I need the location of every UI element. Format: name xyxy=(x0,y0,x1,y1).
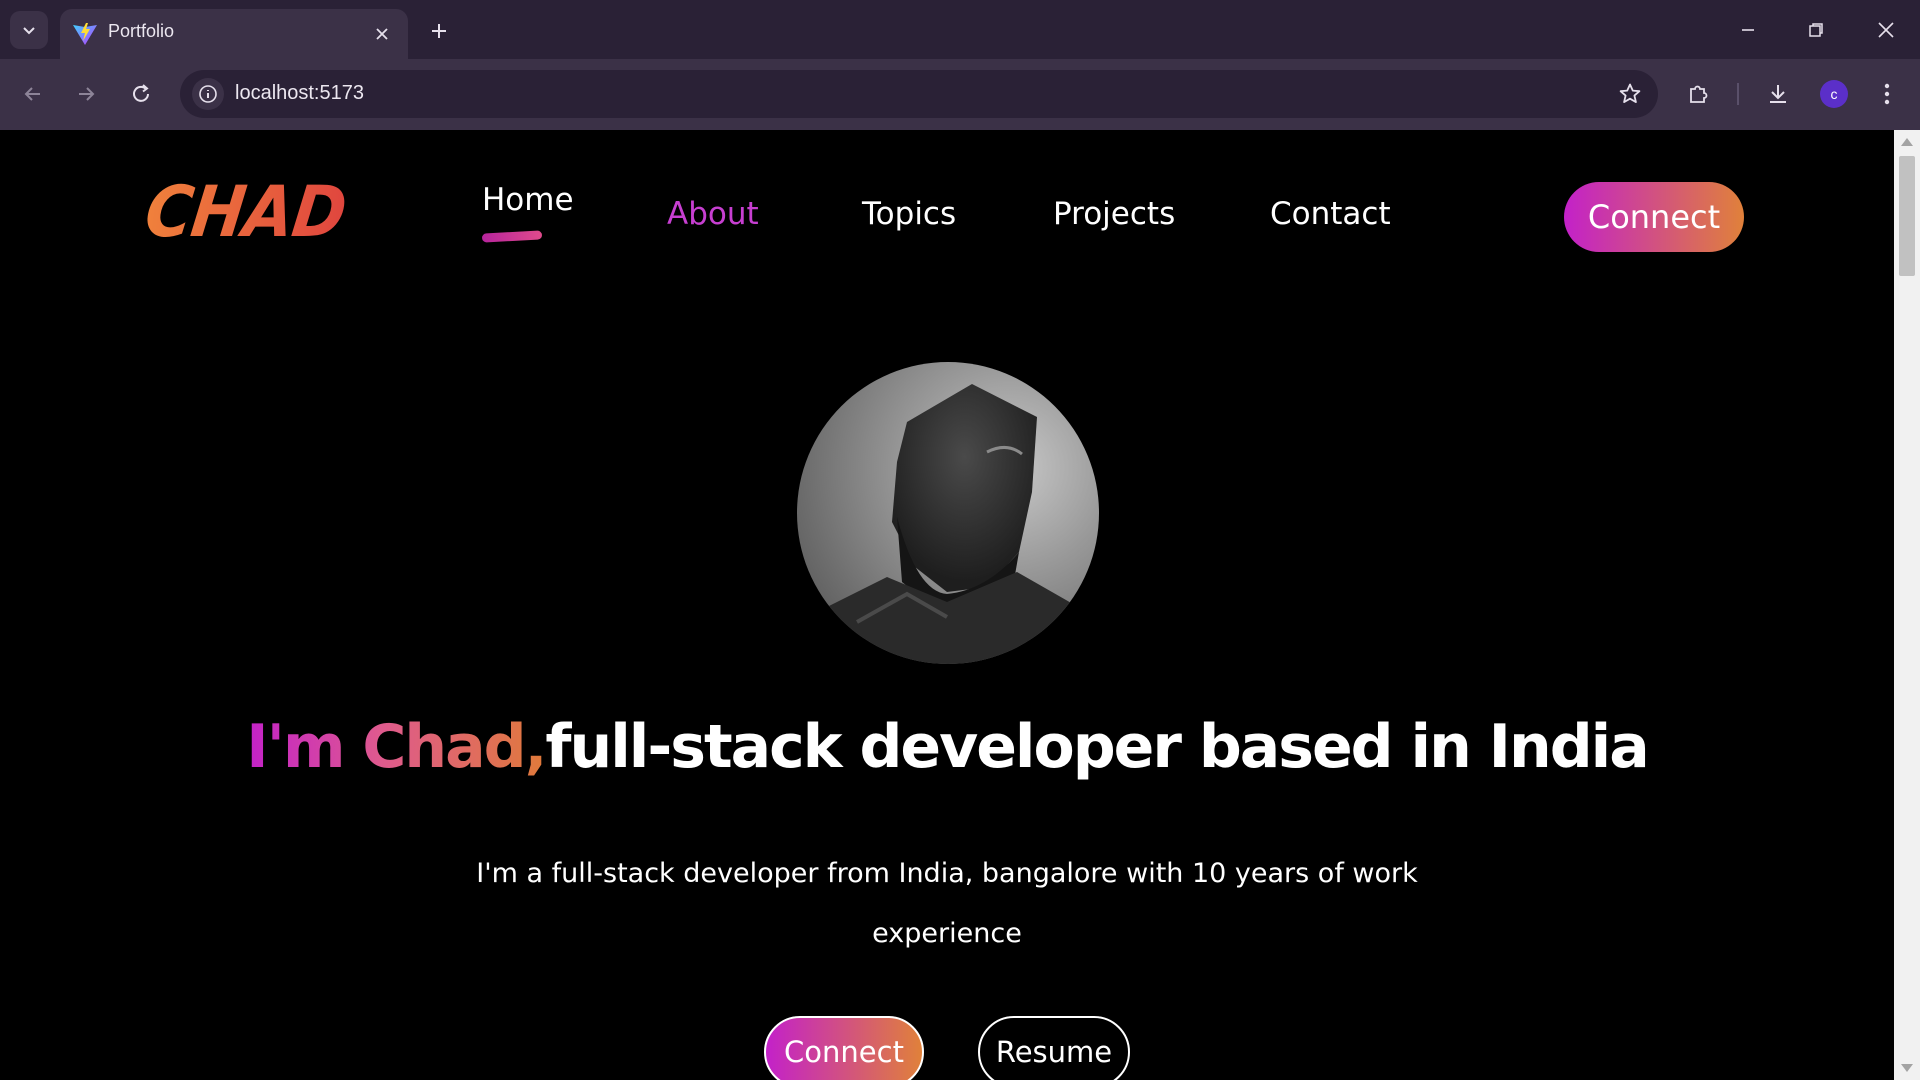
info-icon xyxy=(199,85,217,103)
portrait-illustration xyxy=(797,384,1099,664)
tab-close-button[interactable] xyxy=(370,22,394,46)
nav-contact[interactable]: Contact xyxy=(1270,196,1391,232)
close-icon xyxy=(1878,22,1894,38)
puzzle-icon xyxy=(1690,85,1708,103)
page-scrollbar[interactable] xyxy=(1894,130,1920,1080)
browser-tabstrip: Portfolio xyxy=(0,0,1920,59)
headline-rest: full-stack developer based in India xyxy=(545,712,1649,782)
nav-topics[interactable]: Topics xyxy=(862,196,956,232)
site-logo[interactable]: CHAD xyxy=(141,172,351,253)
download-icon xyxy=(1770,85,1786,103)
address-bar[interactable]: localhost:5173 xyxy=(180,70,1658,118)
scrollbar-thumb[interactable] xyxy=(1899,156,1915,276)
hero-intro: I'm a full-stack developer from India, b… xyxy=(476,858,1418,949)
tab-title: Portfolio xyxy=(108,21,175,41)
profile-photo xyxy=(797,362,1099,664)
forward-button[interactable] xyxy=(66,74,106,114)
bookmark-button[interactable] xyxy=(1614,78,1646,110)
close-icon xyxy=(376,28,388,40)
back-button[interactable] xyxy=(13,74,53,114)
tab-search-button[interactable] xyxy=(10,11,48,49)
browser-tab-portfolio[interactable]: Portfolio xyxy=(60,9,408,59)
nav-projects[interactable]: Projects xyxy=(1053,196,1175,232)
window-close-button[interactable] xyxy=(1866,12,1906,48)
hero-resume-button[interactable]: Resume xyxy=(978,1016,1130,1080)
minimize-button[interactable] xyxy=(1728,12,1768,48)
extensions-button[interactable] xyxy=(1679,74,1719,114)
nav-about[interactable]: About xyxy=(667,196,759,232)
scroll-down-arrow-icon[interactable] xyxy=(1901,1064,1913,1072)
nav-home[interactable]: Home xyxy=(482,182,574,218)
browser-menu-button[interactable] xyxy=(1867,74,1907,114)
new-tab-button[interactable] xyxy=(424,16,454,46)
hero-headline: I'm Chad,full-stack developer based in I… xyxy=(0,712,1894,782)
site-info-button[interactable] xyxy=(192,78,224,110)
chevron-down-icon xyxy=(23,27,35,35)
headline-accent: I'm Chad, xyxy=(246,712,547,782)
reload-icon xyxy=(133,84,149,102)
more-vertical-icon xyxy=(1884,83,1890,105)
arrow-right-icon xyxy=(79,87,95,101)
browser-toolbar: localhost:5173 c xyxy=(0,59,1920,130)
active-nav-underline xyxy=(481,230,543,243)
page-viewport: CHAD Home About Topics Projects Contact … xyxy=(0,130,1894,1080)
downloads-button[interactable] xyxy=(1758,74,1798,114)
scroll-up-arrow-icon[interactable] xyxy=(1901,138,1913,146)
profile-avatar[interactable]: c xyxy=(1820,80,1848,108)
restore-icon xyxy=(1809,23,1823,37)
header-connect-button[interactable]: Connect xyxy=(1564,182,1744,252)
star-icon xyxy=(1619,83,1641,103)
hero-connect-button[interactable]: Connect xyxy=(764,1016,924,1080)
arrow-left-icon xyxy=(24,87,40,101)
vite-favicon-icon xyxy=(73,23,97,45)
url-text[interactable]: localhost:5173 xyxy=(235,82,364,105)
toolbar-separator xyxy=(1737,83,1739,105)
plus-icon xyxy=(432,24,446,38)
reload-button[interactable] xyxy=(121,74,161,114)
restore-button[interactable] xyxy=(1796,12,1836,48)
minimize-icon xyxy=(1742,29,1754,31)
